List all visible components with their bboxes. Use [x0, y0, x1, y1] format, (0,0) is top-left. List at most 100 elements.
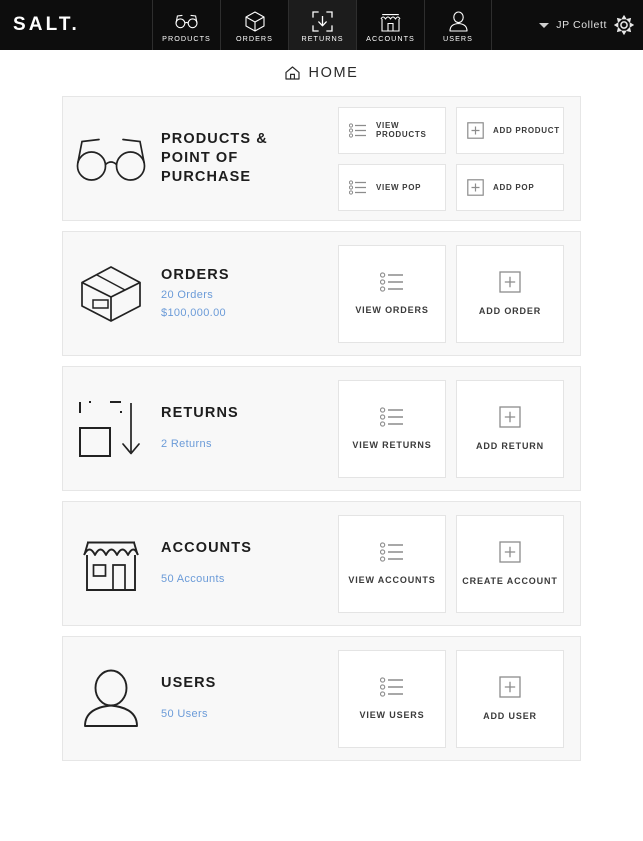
button-label: VIEW RETURNS	[352, 440, 432, 450]
plus-box-icon	[499, 406, 521, 428]
plus-box-icon	[467, 121, 484, 139]
list-icon	[380, 272, 404, 292]
plus-box-icon	[467, 178, 484, 196]
nav-item-products[interactable]: PRODUCTS	[152, 0, 220, 50]
orders-total-stat: $100,000.00	[161, 307, 227, 319]
main-content: PRODUCTS & POINT OF PURCHASE VIEW PRODUC…	[0, 96, 643, 761]
username-label[interactable]: JP Collett	[556, 19, 607, 31]
button-label: VIEW PRODUCTS	[376, 121, 427, 139]
plus-box-icon	[499, 271, 521, 293]
card-products-action-row-2: VIEW POP ADD POP	[338, 163, 564, 211]
person-icon	[448, 11, 468, 32]
users-count-stat: 50 Users	[161, 708, 208, 721]
user-menu[interactable]: JP Collett	[539, 0, 643, 50]
nav-label: PRODUCTS	[162, 34, 211, 43]
storefront-icon	[380, 11, 401, 32]
card-orders-action-row: VIEW ORDERS ADD ORDER	[338, 244, 564, 343]
nav-label: ORDERS	[235, 34, 274, 43]
orders-count-stat: 20 Orders	[161, 288, 214, 301]
button-label: ADD RETURN	[476, 441, 544, 451]
box-icon	[63, 265, 159, 323]
page-title: PRODUCTS & POINT OF PURCHASE	[161, 131, 268, 185]
breadcrumb: HOME	[0, 50, 643, 96]
plus-box-icon	[499, 541, 521, 563]
list-icon	[380, 542, 404, 562]
chevron-down-icon[interactable]	[539, 22, 550, 28]
list-icon	[349, 122, 367, 138]
add-order-button[interactable]: ADD ORDER	[456, 244, 564, 343]
card-users-action-row: VIEW USERS ADD USER	[338, 649, 564, 748]
box-icon	[244, 11, 265, 32]
card-returns-action-row: VIEW RETURNS ADD RETURN	[338, 379, 564, 478]
nav-items: PRODUCTS ORDERS RETURNS ACCOUNTS USERS	[152, 0, 492, 50]
home-icon	[284, 66, 300, 80]
card-returns: RETURNS 2 Returns VIEW RETURNS ADD RETUR…	[62, 366, 581, 491]
add-user-button[interactable]: ADD USER	[456, 649, 564, 748]
view-accounts-button[interactable]: VIEW ACCOUNTS	[338, 514, 446, 613]
add-product-button[interactable]: ADD PRODUCT	[456, 106, 564, 154]
list-icon	[380, 677, 404, 697]
accounts-count-stat: 50 Accounts	[161, 573, 225, 586]
gear-icon[interactable]	[614, 15, 634, 35]
plus-box-icon	[499, 676, 521, 698]
storefront-icon	[63, 535, 159, 593]
card-accounts: ACCOUNTS 50 Accounts VIEW ACCOUNTS CREAT…	[62, 501, 581, 626]
card-users-titles: USERS 50 Users	[159, 674, 216, 723]
button-label: VIEW POP	[376, 182, 422, 192]
returns-count-stat: 2 Returns	[161, 438, 212, 451]
page-title: ORDERS	[161, 266, 230, 283]
card-accounts-info: ACCOUNTS 50 Accounts	[63, 535, 338, 593]
card-users-actions: VIEW USERS ADD USER	[338, 649, 564, 748]
page-title: USERS	[161, 675, 217, 692]
nav-item-returns[interactable]: RETURNS	[288, 0, 356, 50]
card-products-action-grid: VIEW PRODUCTS ADD PRODUCT VIEW POP ADD P…	[338, 106, 564, 211]
nav-item-users[interactable]: USERS	[424, 0, 492, 50]
button-label: ADD ORDER	[478, 306, 542, 316]
nav-item-accounts[interactable]: ACCOUNTS	[356, 0, 424, 50]
card-accounts-actions: VIEW ACCOUNTS CREATE ACCOUNT	[338, 514, 564, 613]
glasses-icon	[63, 135, 159, 183]
nav-label: USERS	[442, 34, 473, 43]
card-orders: ORDERS 20 Orders $100,000.00 VIEW ORDERS…	[62, 231, 581, 356]
button-label: ADD POP	[493, 182, 535, 192]
card-products-action-row-1: VIEW PRODUCTS ADD PRODUCT	[338, 106, 564, 154]
person-icon	[63, 669, 159, 729]
card-returns-info: RETURNS 2 Returns	[63, 400, 338, 458]
list-icon	[349, 179, 367, 195]
nav-label: ACCOUNTS	[366, 34, 415, 43]
button-label: ADD USER	[483, 711, 537, 721]
card-products: PRODUCTS & POINT OF PURCHASE VIEW PRODUC…	[62, 96, 581, 221]
view-pop-button[interactable]: VIEW POP	[338, 163, 446, 211]
button-label: VIEW ORDERS	[355, 305, 429, 315]
card-users-info: USERS 50 Users	[63, 669, 338, 729]
return-box-icon	[312, 11, 333, 32]
view-products-button[interactable]: VIEW PRODUCTS	[338, 106, 446, 154]
card-returns-titles: RETURNS 2 Returns	[159, 404, 239, 453]
card-orders-info: ORDERS 20 Orders $100,000.00	[63, 265, 338, 323]
logo[interactable]: SALT.	[0, 0, 152, 50]
card-users: USERS 50 Users VIEW USERS ADD USER	[62, 636, 581, 761]
breadcrumb-label: HOME	[308, 65, 359, 81]
button-label: VIEW USERS	[359, 710, 425, 720]
button-label: ADD PRODUCT	[493, 125, 560, 135]
create-account-button[interactable]: CREATE ACCOUNT	[456, 514, 564, 613]
list-icon	[380, 407, 404, 427]
add-pop-button[interactable]: ADD POP	[456, 163, 564, 211]
card-products-actions: VIEW PRODUCTS ADD PRODUCT VIEW POP ADD P…	[338, 106, 564, 211]
button-label: VIEW ACCOUNTS	[348, 575, 436, 585]
view-orders-button[interactable]: VIEW ORDERS	[338, 244, 446, 343]
glasses-icon	[174, 11, 199, 32]
card-accounts-action-row: VIEW ACCOUNTS CREATE ACCOUNT	[338, 514, 564, 613]
logo-text: SALT.	[13, 14, 80, 35]
page-title: ACCOUNTS	[161, 540, 252, 557]
view-users-button[interactable]: VIEW USERS	[338, 649, 446, 748]
add-return-button[interactable]: ADD RETURN	[456, 379, 564, 478]
card-orders-titles: ORDERS 20 Orders $100,000.00	[159, 266, 230, 322]
nav-item-orders[interactable]: ORDERS	[220, 0, 288, 50]
nav-label: RETURNS	[301, 34, 344, 43]
return-box-icon	[63, 400, 159, 458]
button-label: CREATE ACCOUNT	[462, 576, 558, 586]
card-returns-actions: VIEW RETURNS ADD RETURN	[338, 379, 564, 478]
page-title: RETURNS	[161, 405, 239, 422]
view-returns-button[interactable]: VIEW RETURNS	[338, 379, 446, 478]
